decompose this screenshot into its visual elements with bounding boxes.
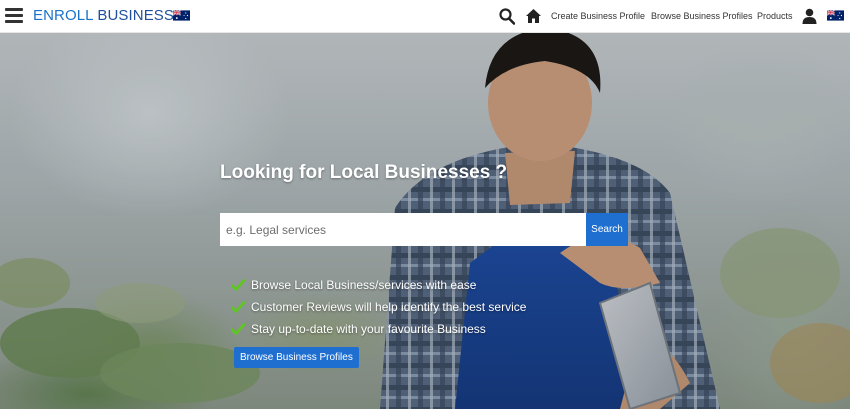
check-icon — [231, 279, 245, 291]
brand-name-part1: ENROLL — [33, 7, 94, 24]
browse-business-profiles-button[interactable]: Browse Business Profiles — [234, 347, 359, 368]
search-icon[interactable] — [499, 8, 515, 25]
search-input[interactable] — [220, 213, 586, 246]
home-icon[interactable] — [525, 8, 542, 24]
brand-logo[interactable]: ENROLL BUSINESS — [33, 7, 174, 24]
check-icon — [231, 323, 245, 335]
list-item: Stay up-to-date with your favourite Busi… — [231, 318, 526, 340]
hamburger-menu-icon[interactable] — [5, 8, 23, 24]
feature-list: Browse Local Business/services with ease… — [231, 274, 526, 340]
feature-text: Customer Reviews will help identify the … — [251, 300, 527, 314]
search-bar: Search — [220, 213, 628, 246]
search-button[interactable]: Search — [586, 213, 628, 246]
brand-name-part2: BUSINESS — [97, 7, 175, 24]
check-icon — [231, 301, 245, 313]
feature-text: Browse Local Business/services with ease — [251, 278, 477, 292]
nav-link-browse-business-profiles[interactable]: Browse Business Profiles — [651, 11, 753, 21]
list-item: Browse Local Business/services with ease — [231, 274, 526, 296]
list-item: Customer Reviews will help identify the … — [231, 296, 526, 318]
feature-text: Stay up-to-date with your favourite Busi… — [251, 322, 486, 336]
australia-flag-icon[interactable] — [827, 10, 844, 21]
hero-title: Looking for Local Businesses ? — [220, 162, 508, 183]
australia-flag-icon — [173, 10, 190, 21]
hero-banner: Looking for Local Businesses ? Search Br… — [0, 33, 850, 409]
user-icon[interactable] — [802, 8, 817, 24]
top-navbar: ENROLL BUSINESS Create Business Profile … — [0, 0, 850, 33]
nav-link-products[interactable]: Products — [757, 11, 793, 21]
nav-link-create-business-profile[interactable]: Create Business Profile — [551, 11, 645, 21]
